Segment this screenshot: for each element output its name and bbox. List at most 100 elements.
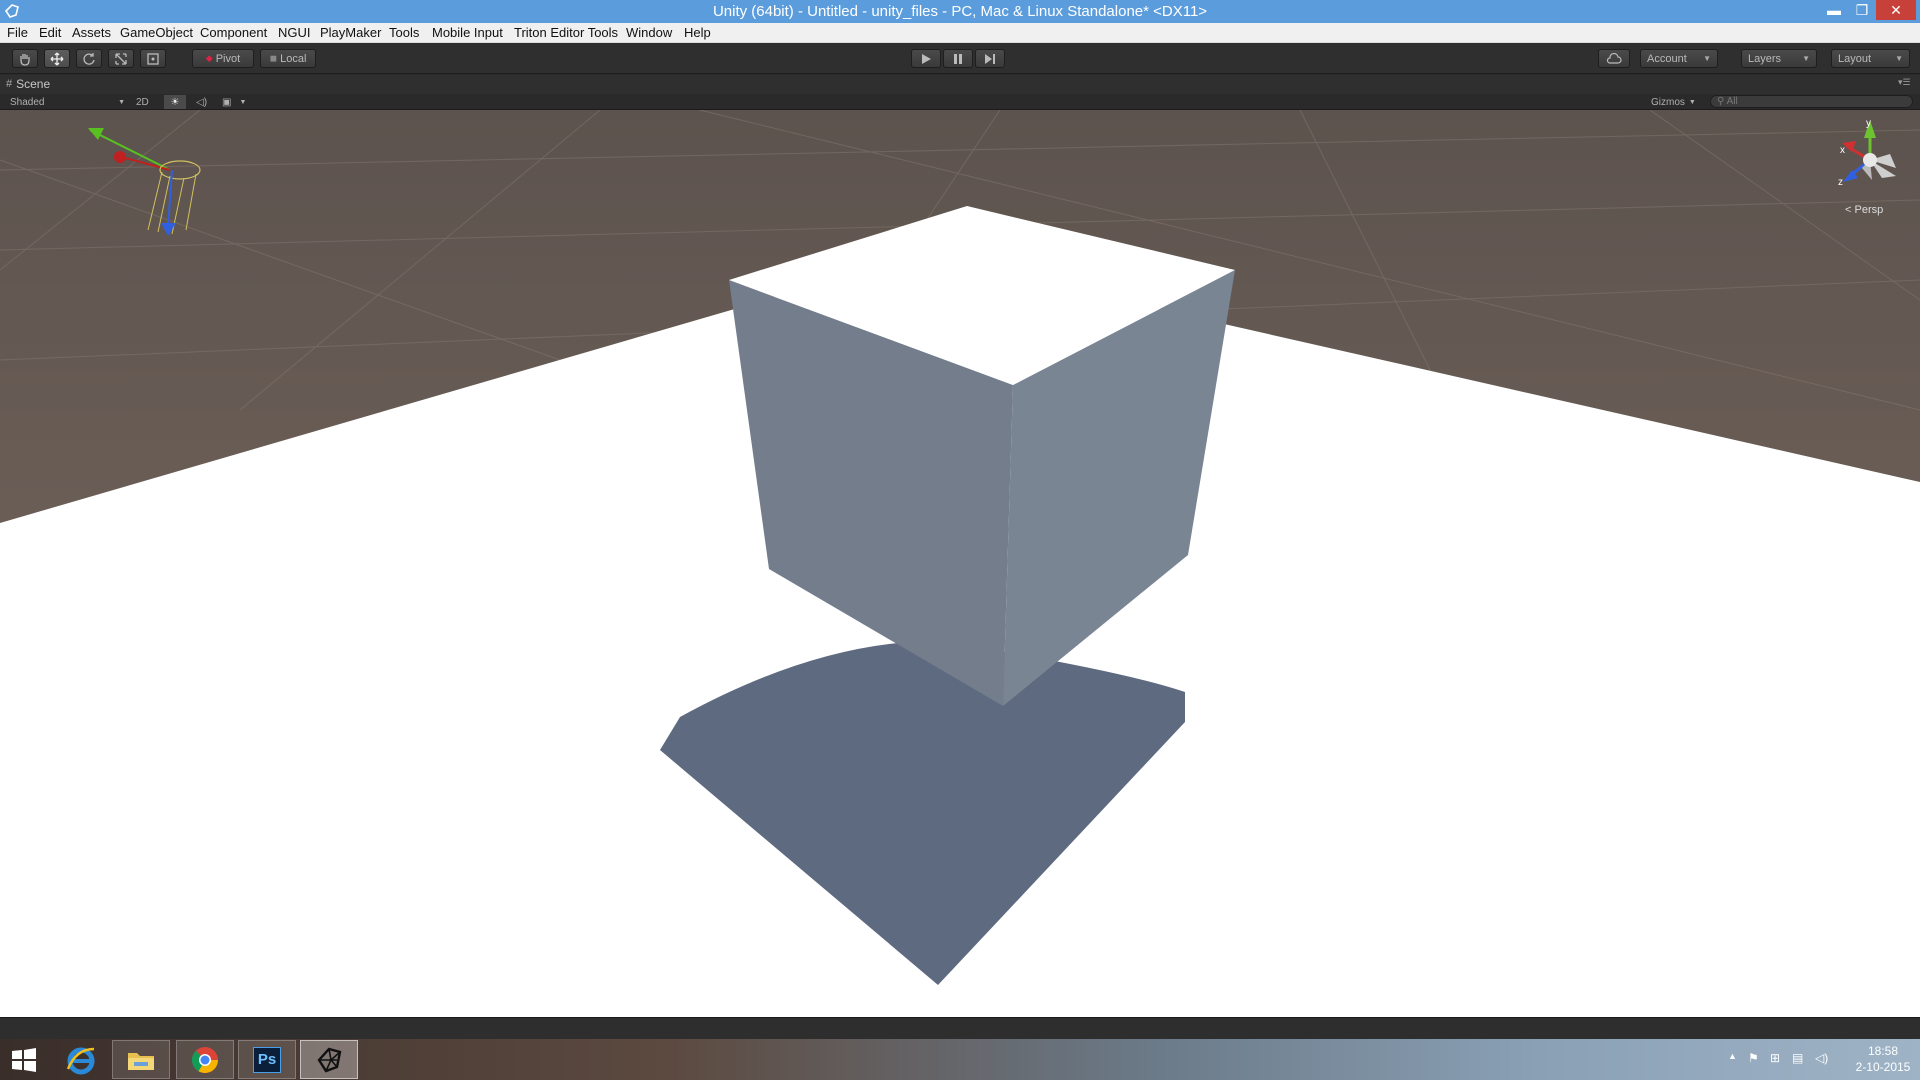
pivot-icon: ◆ [205,53,213,63]
taskbar-photoshop[interactable]: Ps [238,1040,296,1079]
shading-mode-label: Shaded [10,96,45,108]
chevron-down-icon: ▼ [118,98,125,106]
scene-toolbar: Shaded ▼ 2D ☀ ◁) ▣ ▼ Gizmos ▼ ⚲ All [0,94,1920,110]
hand-tool-button[interactable] [12,49,38,68]
hand-icon [20,53,30,66]
scene-tab-bar: # Scene ▾☰ [0,75,1920,94]
menu-help[interactable]: Help [684,25,711,40]
axis-y-label: y [1866,118,1871,129]
window-title: Unity (64bit) - Untitled - unity_files -… [712,3,1208,20]
step-icon [985,53,995,64]
cloud-services-button[interactable] [1598,49,1630,68]
folder-icon [128,1052,154,1070]
menu-gameobject[interactable]: GameObject [120,25,193,40]
menu-triton-editor-tools[interactable]: Triton Editor Tools [514,25,618,40]
pivot-toggle[interactable]: ◆ Pivot [192,49,254,68]
chevron-down-icon: ▼ [239,98,247,106]
show-hidden-icons[interactable]: ▲ [1728,1051,1737,1061]
taskbar-internet-explorer[interactable] [52,1040,110,1079]
persp-arrow-icon: < [1845,204,1852,216]
sun-icon: ☀ [170,96,180,108]
play-button[interactable] [911,49,941,68]
close-button[interactable]: ✕ [1876,0,1916,20]
internet-explorer-icon [66,1047,95,1074]
volume-icon[interactable]: ◁) [1815,1051,1828,1065]
minimize-button[interactable]: ▬ [1820,0,1848,20]
menu-edit[interactable]: Edit [39,25,61,40]
taskbar-unity[interactable] [300,1040,358,1079]
taskbar-chrome[interactable] [176,1040,234,1079]
photoshop-icon: Ps [253,1046,281,1073]
shading-mode-dropdown[interactable]: Shaded ▼ [10,95,125,109]
play-icon [922,53,931,64]
local-toggle[interactable]: ◼ Local [260,49,316,68]
menu-playmaker[interactable]: PlayMaker [320,25,381,40]
rotate-tool-button[interactable] [76,49,102,68]
move-tool-button[interactable] [44,49,70,68]
network-icon[interactable]: ▤ [1792,1051,1803,1065]
2d-label: 2D [136,96,149,108]
windows-logo-icon [12,1047,36,1072]
rotate-icon [83,52,95,65]
scale-tool-button[interactable] [108,49,134,68]
rect-tool-button[interactable] [140,49,166,68]
panel-menu-icon[interactable]: ▾☰ [1898,77,1911,88]
menu-assets[interactable]: Assets [72,25,111,40]
menu-component[interactable]: Component [200,25,267,40]
menu-tools[interactable]: Tools [389,25,419,40]
menu-file[interactable]: File [7,25,28,40]
menu-ngui[interactable]: NGUI [278,25,311,40]
chevron-down-icon: ▼ [1703,54,1711,63]
speaker-icon: ◁) [196,96,208,108]
account-dropdown[interactable]: Account ▼ [1640,49,1718,68]
unity-logo-icon [317,1047,342,1072]
restore-button[interactable]: ❐ [1848,0,1876,20]
lighting-toggle[interactable]: ☀ [164,95,186,109]
start-button[interactable] [2,1040,46,1079]
scene-render: y x z [0,110,1920,1017]
menu-window[interactable]: Window [626,25,672,40]
chrome-icon [191,1046,219,1073]
search-placeholder: All [1726,96,1738,107]
local-icon: ◼ [269,53,278,63]
rect-transform-icon [147,52,159,65]
audio-toggle[interactable]: ◁) [196,95,207,109]
effects-dropdown[interactable]: ▣ ▼ [222,95,246,109]
2d-toggle[interactable]: 2D [136,95,149,109]
clock-time: 18:58 [1867,1044,1899,1058]
menu-mobile-input[interactable]: Mobile Input [432,25,503,40]
chevron-down-icon: ▼ [1688,98,1696,106]
layers-dropdown[interactable]: Layers ▼ [1741,49,1817,68]
gizmos-dropdown[interactable]: Gizmos ▼ [1651,95,1696,109]
scene-viewport[interactable]: y x z < Persp [0,110,1920,1017]
move-arrows-icon [50,52,64,65]
status-bar [0,1017,1920,1039]
local-label: Local [280,52,307,65]
step-button[interactable] [975,49,1005,68]
pause-button[interactable] [943,49,973,68]
windows-tray-icon[interactable]: ⊞ [1770,1051,1780,1065]
axis-x-label: x [1840,145,1845,156]
tab-scene[interactable]: # Scene [6,77,50,91]
scene-grid-icon: # [6,78,13,90]
account-label: Account [1647,52,1687,65]
pivot-label: Pivot [215,52,241,65]
search-icon: ⚲ [1717,96,1725,107]
layout-label: Layout [1838,52,1872,65]
image-icon: ▣ [222,96,232,108]
scale-icon [115,52,127,65]
layout-dropdown[interactable]: Layout ▼ [1831,49,1910,68]
main-toolbar: ◆ Pivot ◼ Local Account ▼ Layers ▼ Layou… [0,43,1920,74]
chevron-down-icon: ▼ [1802,54,1810,63]
pause-icon [954,53,962,64]
cloud-icon [1606,53,1622,64]
photoshop-label: Ps [257,1051,277,1068]
projection-toggle[interactable]: < Persp [1845,204,1883,216]
taskbar-file-explorer[interactable] [112,1040,170,1079]
windows-taskbar: Ps ▲ ⚑ ⊞ ▤ ◁) 18:58 2-10-2015 [0,1039,1920,1080]
gizmos-label: Gizmos [1651,96,1685,108]
taskbar-clock[interactable]: 18:58 2-10-2015 [1854,1043,1912,1075]
axis-z-label: z [1838,177,1843,188]
action-center-flag-icon[interactable]: ⚑ [1748,1051,1759,1065]
scene-search-input[interactable]: ⚲ All [1710,95,1913,108]
